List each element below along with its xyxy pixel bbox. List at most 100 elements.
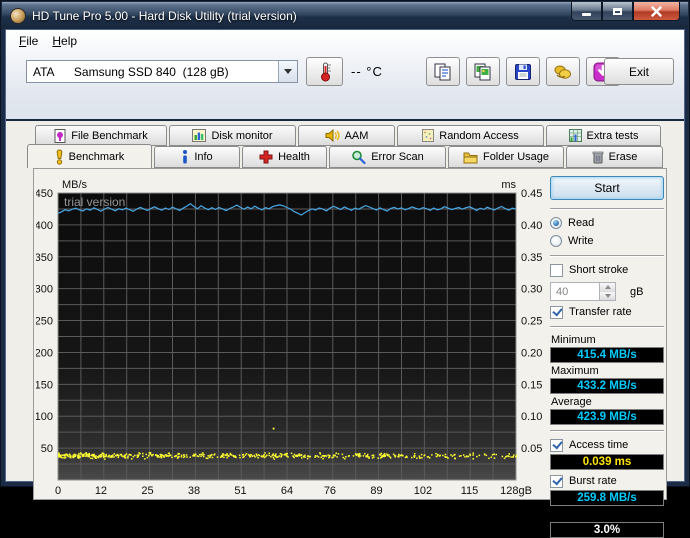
tab-disk-monitor[interactable]: Disk monitor bbox=[169, 125, 296, 146]
tab-label: Info bbox=[194, 151, 212, 163]
app-icon bbox=[10, 8, 26, 24]
trash-icon bbox=[592, 150, 604, 164]
svg-text:0.35: 0.35 bbox=[521, 252, 542, 264]
stepper-down-button[interactable] bbox=[600, 292, 615, 301]
access-time-checkbox[interactable] bbox=[550, 439, 563, 452]
svg-text:0.10: 0.10 bbox=[521, 411, 542, 423]
minimize-icon bbox=[582, 13, 591, 16]
tab-label: Extra tests bbox=[587, 130, 639, 142]
svg-text:350: 350 bbox=[36, 252, 53, 264]
drive-select[interactable]: ATA Samsung SSD 840 (128 gB) bbox=[26, 60, 298, 83]
svg-text:0.15: 0.15 bbox=[521, 379, 542, 391]
save-screenshot-button[interactable] bbox=[506, 57, 540, 86]
average-label: Average bbox=[551, 396, 664, 408]
temperature-button[interactable] bbox=[306, 57, 343, 86]
burst-rate-value: 259.8 MB/s bbox=[550, 490, 664, 506]
toolbar: ATA Samsung SSD 840 (128 gB) -- °C bbox=[6, 52, 684, 116]
top-bars: File Help ATA Samsung SSD 840 (128 gB) bbox=[6, 30, 684, 121]
tab-label: Error Scan bbox=[371, 151, 424, 163]
tab-file-benchmark[interactable]: File Benchmark bbox=[35, 125, 167, 146]
random-access-icon bbox=[422, 129, 434, 142]
svg-text:100: 100 bbox=[36, 411, 53, 423]
benchmark-tab-panel: MB/sms450400350300250200150100500.450.40… bbox=[33, 168, 667, 500]
minimum-label: Minimum bbox=[551, 334, 664, 346]
minimize-button[interactable] bbox=[571, 2, 602, 21]
write-label: Write bbox=[568, 235, 593, 247]
svg-text:0.30: 0.30 bbox=[521, 284, 542, 296]
separator bbox=[550, 208, 664, 210]
capacity-stepper[interactable]: 40 bbox=[550, 282, 616, 301]
tab-health[interactable]: Health bbox=[242, 146, 327, 168]
transfer-rate-checkbox[interactable] bbox=[550, 306, 563, 319]
tab-label: AAM bbox=[345, 130, 369, 142]
read-radio-row[interactable]: Read bbox=[550, 215, 664, 231]
separator bbox=[550, 326, 664, 328]
maximize-icon bbox=[613, 8, 622, 15]
average-value: 423.9 MB/s bbox=[550, 409, 664, 425]
close-icon bbox=[651, 6, 662, 17]
svg-text:0.45: 0.45 bbox=[521, 188, 542, 200]
menu-help[interactable]: Help bbox=[45, 32, 84, 50]
close-button[interactable] bbox=[633, 2, 680, 21]
exit-button[interactable]: Exit bbox=[604, 58, 674, 85]
short-stroke-label: Short stroke bbox=[569, 264, 628, 276]
health-cross-icon bbox=[259, 150, 273, 164]
maximize-button[interactable] bbox=[602, 2, 633, 21]
benchmark-chart: MB/sms450400350300250200150100500.450.40… bbox=[36, 177, 548, 499]
tab-folder-usage[interactable]: Folder Usage bbox=[448, 146, 564, 168]
tab-benchmark[interactable]: Benchmark bbox=[27, 144, 152, 168]
menu-bar: File Help bbox=[6, 30, 684, 52]
svg-text:200: 200 bbox=[36, 347, 53, 359]
separator bbox=[550, 255, 664, 257]
access-time-row[interactable]: Access time bbox=[550, 437, 664, 453]
svg-text:0.05: 0.05 bbox=[521, 443, 542, 455]
disk-monitor-icon bbox=[192, 129, 206, 142]
title-bar[interactable]: HD Tune Pro 5.00 - Hard Disk Utility (tr… bbox=[2, 2, 688, 29]
short-stroke-checkbox[interactable] bbox=[550, 264, 563, 277]
web-link-icon bbox=[552, 62, 574, 82]
tab-random-access[interactable]: Random Access bbox=[397, 125, 544, 146]
burst-rate-label: Burst rate bbox=[569, 475, 617, 487]
website-link-button[interactable] bbox=[546, 57, 580, 86]
maximum-label: Maximum bbox=[551, 365, 664, 377]
start-button[interactable]: Start bbox=[550, 176, 664, 200]
chevron-down-icon bbox=[284, 69, 292, 74]
tab-erase[interactable]: Erase bbox=[566, 146, 663, 168]
benchmark-icon bbox=[55, 149, 64, 165]
svg-text:300: 300 bbox=[36, 284, 53, 296]
copy-image-icon bbox=[473, 62, 493, 82]
window-title: HD Tune Pro 5.00 - Hard Disk Utility (tr… bbox=[32, 9, 297, 23]
transfer-rate-row[interactable]: Transfer rate bbox=[550, 304, 664, 320]
drive-select-dropdown-button[interactable] bbox=[278, 61, 297, 82]
short-stroke-row[interactable]: Short stroke bbox=[550, 262, 664, 278]
temperature-value: -- °C bbox=[351, 64, 383, 79]
copy-screenshot-button[interactable] bbox=[466, 57, 500, 86]
menu-file[interactable]: File bbox=[12, 32, 45, 50]
cpu-usage-value: 3.0% bbox=[550, 522, 664, 538]
write-radio[interactable] bbox=[550, 235, 562, 247]
tab-label: Health bbox=[278, 151, 310, 163]
transfer-rate-label: Transfer rate bbox=[569, 306, 632, 318]
speaker-icon bbox=[325, 129, 340, 142]
tab-row-primary: Benchmark Info Health Error Scan Folder … bbox=[27, 146, 665, 168]
tab-label: Folder Usage bbox=[483, 151, 549, 163]
tab-label: Random Access bbox=[439, 130, 518, 142]
stepper-up-button[interactable] bbox=[600, 283, 615, 292]
tab-extra-tests[interactable]: Extra tests bbox=[546, 125, 661, 146]
folder-icon bbox=[463, 151, 478, 164]
tab-aam[interactable]: AAM bbox=[298, 125, 395, 146]
svg-text:250: 250 bbox=[36, 316, 53, 328]
cpu-usage-label: CPU usage bbox=[551, 509, 664, 521]
write-radio-row[interactable]: Write bbox=[550, 233, 664, 249]
burst-rate-checkbox[interactable] bbox=[550, 475, 563, 488]
tab-info[interactable]: Info bbox=[154, 146, 240, 168]
capacity-row: 40 gB bbox=[550, 282, 664, 301]
copy-text-button[interactable] bbox=[426, 57, 460, 86]
access-time-value: 0.039 ms bbox=[550, 454, 664, 470]
capacity-unit-label: gB bbox=[630, 286, 643, 298]
tab-error-scan[interactable]: Error Scan bbox=[329, 146, 446, 168]
svg-text:0.25: 0.25 bbox=[521, 316, 542, 328]
svg-text:50: 50 bbox=[41, 443, 53, 455]
read-radio[interactable] bbox=[550, 217, 562, 229]
read-label: Read bbox=[568, 217, 594, 229]
